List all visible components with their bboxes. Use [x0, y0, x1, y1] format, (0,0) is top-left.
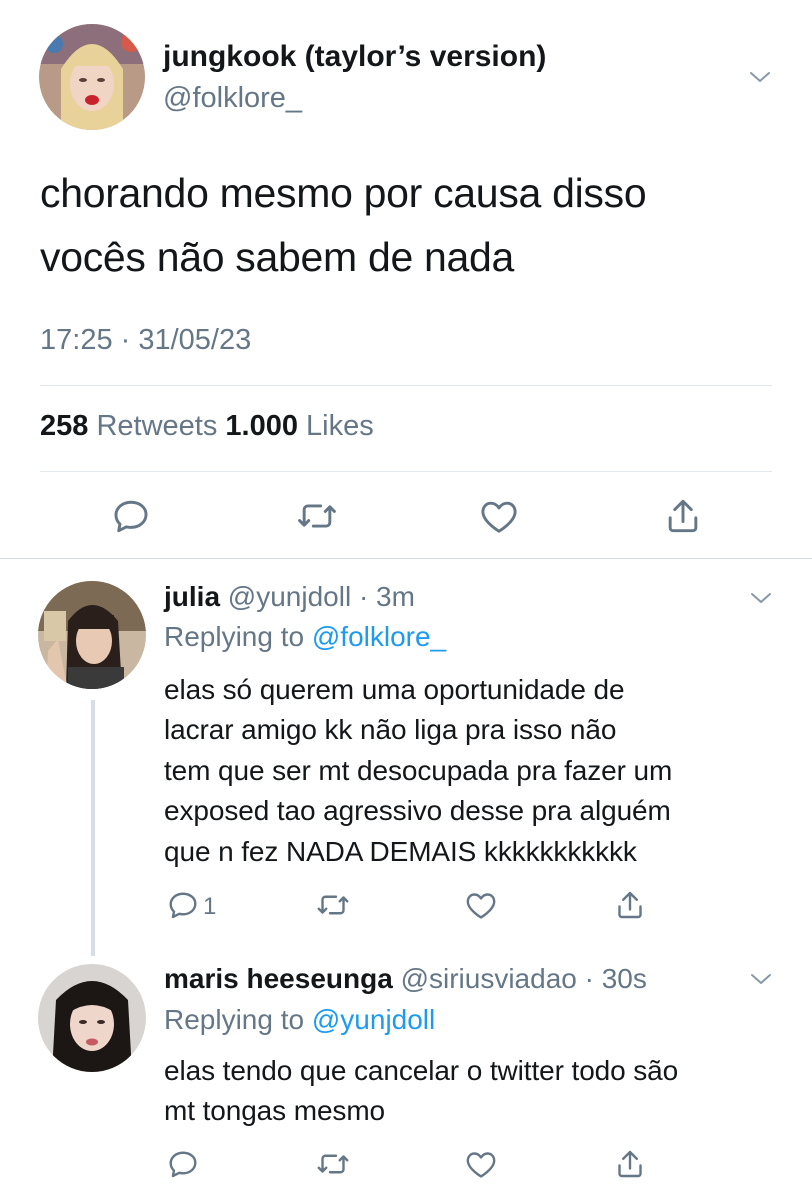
like-icon[interactable]: [477, 494, 521, 538]
reply-time: · 3m: [358, 581, 415, 612]
reply-icon[interactable]: [109, 494, 153, 538]
reply-time: · 30s: [584, 963, 647, 994]
reply-text-line: lacrar amigo kk não liga pra isso não: [164, 714, 617, 745]
replying-to: Replying to @folklore_: [164, 621, 446, 653]
tweet-text-line: vocês não sabem de nada: [40, 234, 515, 280]
thread-line: [91, 700, 95, 956]
share-icon[interactable]: [612, 1146, 648, 1182]
share-icon[interactable]: [661, 494, 705, 538]
reply-icon[interactable]: [165, 887, 201, 923]
display-name[interactable]: julia: [164, 581, 220, 612]
reply-text-line: que n fez NADA DEMAIS kkkkkkkkkkk: [164, 836, 637, 867]
reply-header: maris heeseunga @siriusviadao · 30s: [164, 963, 647, 995]
retweet-count[interactable]: 258: [40, 410, 88, 442]
replying-to: Replying to @yunjdoll: [164, 1004, 435, 1036]
divider: [40, 385, 772, 386]
avatar[interactable]: [38, 581, 146, 689]
like-count[interactable]: 1.000: [225, 410, 298, 442]
mention-link[interactable]: @folklore_: [312, 621, 446, 652]
display-name[interactable]: jungkook (taylor’s version): [163, 40, 546, 74]
reply-icon[interactable]: [165, 1146, 201, 1182]
retweet-icon[interactable]: [315, 887, 351, 923]
reply-text-line: elas tendo que cancelar o twitter todo s…: [164, 1055, 679, 1086]
engagement-stats: 258 Retweets 1.000 Likes: [40, 410, 374, 443]
replying-label: Replying to: [164, 1004, 305, 1035]
reply-text-line: tem que ser mt desocupada pra fazer um: [164, 755, 673, 786]
reply-header: julia @yunjdoll · 3m: [164, 581, 415, 613]
tweet-timestamp[interactable]: 17:25 · 31/05/23: [40, 324, 251, 357]
section-divider: [0, 558, 812, 559]
retweets-label[interactable]: Retweets: [96, 410, 217, 442]
like-icon[interactable]: [463, 1146, 499, 1182]
replying-label: Replying to: [164, 621, 305, 652]
tweet-text-line: chorando mesmo por causa disso: [40, 170, 647, 216]
share-icon[interactable]: [612, 887, 648, 923]
likes-label[interactable]: Likes: [306, 410, 374, 442]
user-handle[interactable]: @yunjdoll: [228, 581, 351, 612]
reply-count: 1: [203, 893, 217, 920]
chevron-down-icon[interactable]: [746, 583, 776, 613]
avatar[interactable]: [38, 964, 146, 1072]
retweet-icon[interactable]: [315, 1146, 351, 1182]
divider: [40, 471, 772, 472]
chevron-down-icon[interactable]: [745, 62, 775, 92]
retweet-icon[interactable]: [295, 494, 339, 538]
reply-text-line: exposed tao agressivo desse pra alguém: [164, 795, 671, 826]
user-handle[interactable]: @folklore_: [163, 82, 302, 115]
like-icon[interactable]: [463, 887, 499, 923]
mention-link[interactable]: @yunjdoll: [312, 1004, 435, 1035]
reply-text-line: mt tongas mesmo: [164, 1095, 386, 1126]
chevron-down-icon[interactable]: [746, 964, 776, 994]
avatar[interactable]: [39, 24, 145, 130]
user-handle[interactable]: @siriusviadao: [401, 963, 577, 994]
display-name[interactable]: maris heeseunga: [164, 963, 393, 994]
reply-text-line: elas só querem uma oportunidade de: [164, 674, 625, 705]
